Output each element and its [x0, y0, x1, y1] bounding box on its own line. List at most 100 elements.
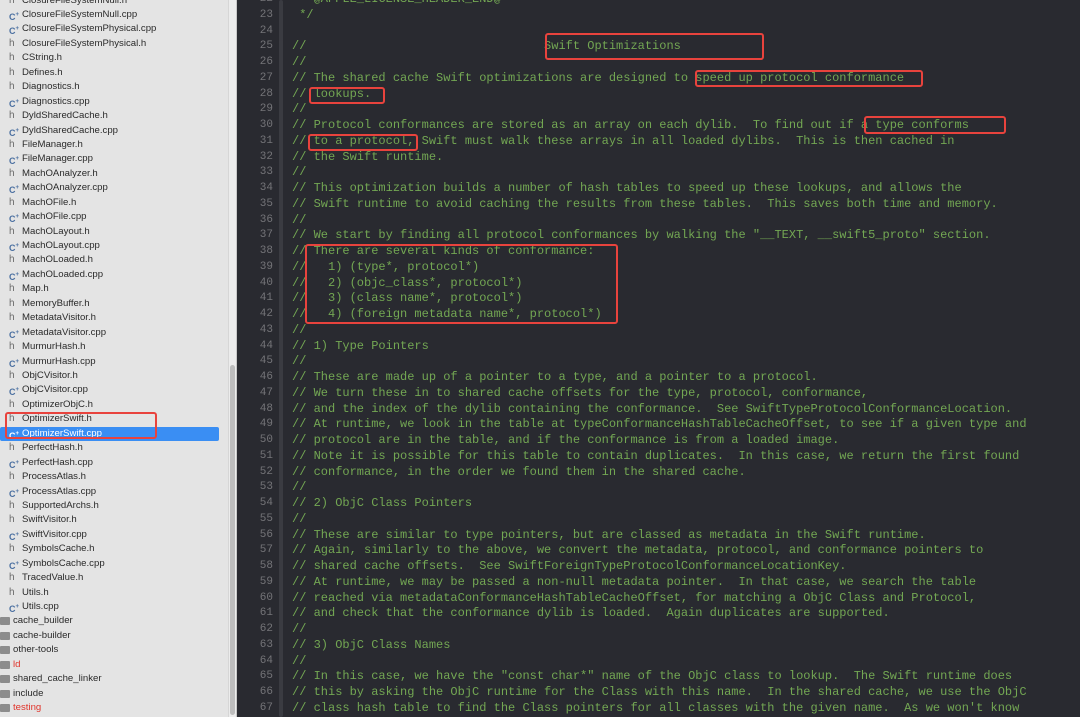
file-item[interactable]: C+ PerfectHash.cpp	[0, 456, 219, 470]
file-item[interactable]: h SupportedArchs.h	[0, 499, 219, 513]
file-item[interactable]: h OptimizerObjC.h	[0, 398, 219, 412]
code-line[interactable]: // These are similar to type pointers, b…	[292, 528, 926, 544]
file-item[interactable]: h OptimizerSwift.h	[0, 412, 219, 426]
code-editor[interactable]: 22 * @APPLE_LICENSE_HEADER_END@ 23 */ 24 25…	[237, 0, 1080, 717]
file-item[interactable]: h Utils.h	[0, 586, 219, 600]
file-item[interactable]: h MachOFile.h	[0, 196, 219, 210]
code-line[interactable]: // The shared cache Swift optimizations …	[292, 71, 904, 87]
file-item[interactable]: h DyldSharedCache.h	[0, 109, 219, 123]
folder-item[interactable]: ld	[0, 658, 219, 672]
file-item[interactable]: h MemoryBuffer.h	[0, 297, 219, 311]
code-line[interactable]: //	[292, 354, 306, 370]
code-line[interactable]: // Again, similarly to the above, we con…	[292, 543, 983, 559]
file-item[interactable]: h PerfectHash.h	[0, 441, 219, 455]
code-line[interactable]: // 4) (foreign metadata name*, protocol*…	[292, 307, 602, 323]
code-line[interactable]: // Swift Optimizations	[292, 39, 681, 55]
code-line[interactable]: // and the index of the dylib containing…	[292, 402, 1012, 418]
file-item[interactable]: C+ ClosureFileSystemPhysical.cpp	[0, 22, 219, 36]
code-line[interactable]: //	[292, 512, 306, 528]
code-line[interactable]: // 3) ObjC Class Names	[292, 638, 450, 654]
code-line[interactable]: //	[292, 654, 306, 670]
file-item[interactable]: h MachOLoaded.h	[0, 253, 219, 267]
file-item[interactable]: C+ MurmurHash.cpp	[0, 355, 219, 369]
folder-item[interactable]: cache_builder	[0, 614, 219, 628]
code-line[interactable]: // 1) Type Pointers	[292, 339, 429, 355]
file-item[interactable]: C+ OptimizerSwift.cpp	[0, 426, 219, 442]
code-line[interactable]: // These are made up of a pointer to a t…	[292, 370, 818, 386]
code-line[interactable]: // this by asking the ObjC runtime for t…	[292, 685, 1027, 701]
file-item[interactable]: h MurmurHash.h	[0, 340, 219, 354]
file-item[interactable]: C+ FileManager.cpp	[0, 152, 219, 166]
file-item[interactable]: h ClosureFileSystemNull.h	[0, 0, 219, 8]
code-line[interactable]: // 2) (objc_class*, protocol*)	[292, 276, 522, 292]
code-line[interactable]: // At runtime, we may be passed a non-nu…	[292, 575, 976, 591]
code-line[interactable]: // At runtime, we look in the table at t…	[292, 417, 1027, 433]
folder-item[interactable]: cache-builder	[0, 629, 219, 643]
code-line[interactable]: //	[292, 480, 306, 496]
file-item[interactable]: h MetadataVisitor.h	[0, 311, 219, 325]
file-item[interactable]: C+ Utils.cpp	[0, 600, 219, 614]
code-line[interactable]: // Note it is possible for this table to…	[292, 449, 1019, 465]
file-item[interactable]: h Map.h	[0, 282, 219, 296]
code-line[interactable]: // 1) (type*, protocol*)	[292, 260, 479, 276]
fold-ribbon[interactable]	[279, 40, 283, 717]
code-line[interactable]: */	[292, 8, 313, 24]
folder-item[interactable]: shared_cache_linker	[0, 672, 219, 686]
file-item[interactable]: C+ MachOFile.cpp	[0, 210, 219, 224]
navigator-scrollbar[interactable]	[228, 0, 236, 717]
file-item[interactable]: C+ SymbolsCache.cpp	[0, 557, 219, 571]
file-item[interactable]: h ClosureFileSystemPhysical.h	[0, 37, 219, 51]
code-line[interactable]: // protocol are in the table, and if the…	[292, 433, 839, 449]
file-item[interactable]: C+ DyldSharedCache.cpp	[0, 124, 219, 138]
code-line[interactable]: // Swift runtime to avoid caching the re…	[292, 197, 998, 213]
file-item[interactable]: C+ ClosureFileSystemNull.cpp	[0, 8, 219, 22]
file-item[interactable]: h SymbolsCache.h	[0, 542, 219, 556]
code-line[interactable]: // conformance, in the order we found th…	[292, 465, 746, 481]
code-line[interactable]: // the Swift runtime.	[292, 150, 443, 166]
file-item[interactable]: h MachOLayout.h	[0, 225, 219, 239]
code-line[interactable]: // 3) (class name*, protocol*)	[292, 291, 522, 307]
file-item[interactable]: C+ SwiftVisitor.cpp	[0, 528, 219, 542]
code-line[interactable]: // We start by finding all protocol conf…	[292, 228, 991, 244]
file-item[interactable]: h Defines.h	[0, 66, 219, 80]
code-line[interactable]: //	[292, 55, 306, 71]
folder-item[interactable]: testing	[0, 701, 219, 715]
code-line[interactable]: // reached via metadataConformanceHashTa…	[292, 591, 976, 607]
folder-icon	[0, 675, 10, 684]
code-line[interactable]: // Protocol conformances are stored as a…	[292, 118, 969, 134]
code-line[interactable]: //	[292, 323, 306, 339]
code-line[interactable]: //	[292, 622, 306, 638]
code-line[interactable]: // 2) ObjC Class Pointers	[292, 496, 472, 512]
code-line[interactable]: // There are several kinds of conformanc…	[292, 244, 594, 260]
code-line[interactable]: // lookups.	[292, 87, 371, 103]
folder-item[interactable]: other-tools	[0, 643, 219, 657]
file-item[interactable]: h FileManager.h	[0, 138, 219, 152]
file-item[interactable]: h TracedValue.h	[0, 571, 219, 585]
file-item[interactable]: C+ ProcessAtlas.cpp	[0, 485, 219, 499]
code-line[interactable]: //	[292, 213, 306, 229]
file-item[interactable]: h SwiftVisitor.h	[0, 513, 219, 527]
file-item[interactable]: h ProcessAtlas.h	[0, 470, 219, 484]
file-item[interactable]: C+ MachOLayout.cpp	[0, 239, 219, 253]
code-line[interactable]: // class hash table to find the Class po…	[292, 701, 1019, 717]
file-item[interactable]: h MachOAnalyzer.h	[0, 167, 219, 181]
code-line[interactable]: // and check that the conformance dylib …	[292, 606, 890, 622]
code-line[interactable]: // In this case, we have the "const char…	[292, 669, 1012, 685]
file-item[interactable]: h CString.h	[0, 51, 219, 65]
file-item[interactable]: C+ MachOAnalyzer.cpp	[0, 181, 219, 195]
scrollbar-thumb[interactable]	[230, 365, 235, 715]
file-item[interactable]: h ObjCVisitor.h	[0, 369, 219, 383]
code-line[interactable]: // This optimization builds a number of …	[292, 181, 962, 197]
code-line[interactable]: // to a protocol, Swift must walk these …	[292, 134, 955, 150]
file-item[interactable]: h Diagnostics.h	[0, 80, 219, 94]
code-line[interactable]: // We turn these in to shared cache offs…	[292, 386, 868, 402]
folder-item[interactable]: include	[0, 687, 219, 701]
code-line[interactable]: //	[292, 102, 306, 118]
code-line[interactable]: // shared cache offsets. See SwiftForeig…	[292, 559, 847, 575]
code-line[interactable]: //	[292, 165, 306, 181]
file-item[interactable]: C+ ObjCVisitor.cpp	[0, 383, 219, 397]
code-line[interactable]: * @APPLE_LICENSE_HEADER_END@	[292, 0, 501, 8]
file-item[interactable]: C+ Diagnostics.cpp	[0, 95, 219, 109]
file-item[interactable]: C+ MetadataVisitor.cpp	[0, 326, 219, 340]
file-item[interactable]: C+ MachOLoaded.cpp	[0, 268, 219, 282]
